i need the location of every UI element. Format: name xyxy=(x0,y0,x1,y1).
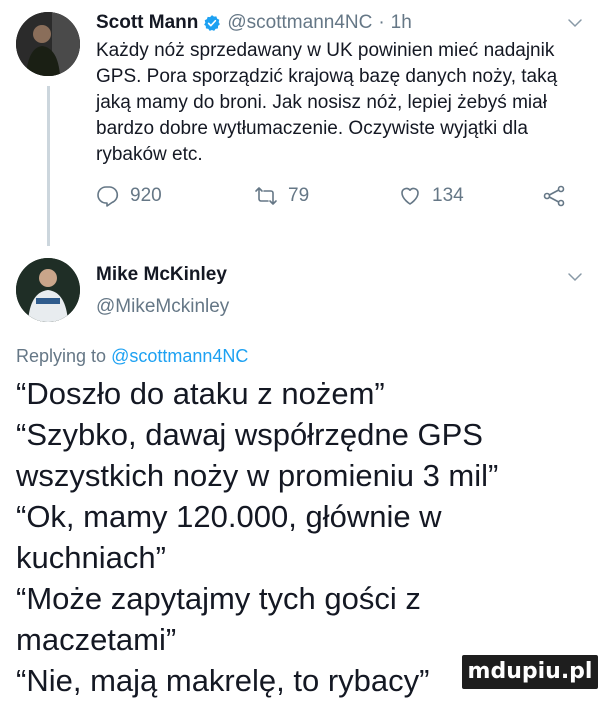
reply-line: “Doszło do ataku z nożem” xyxy=(16,376,385,411)
reply-line: “Ok, mamy 120.000, głównie w kuchniach” xyxy=(16,499,442,575)
replying-prefix: Replying to xyxy=(16,346,107,366)
share-icon xyxy=(543,185,565,207)
heart-icon xyxy=(401,187,419,205)
reply-count: 920 xyxy=(130,185,162,206)
reply-body: “Doszło do ataku z nożem” “Szybko, dawaj… xyxy=(16,373,576,701)
like-button[interactable]: 134 xyxy=(398,184,464,208)
thread-connector-line xyxy=(47,86,50,246)
retweet-count: 79 xyxy=(288,185,310,206)
author-handle[interactable]: @scottmann4NC xyxy=(227,10,372,36)
author-name[interactable]: Scott Mann xyxy=(96,10,198,36)
avatar-image xyxy=(16,258,80,322)
retweet-icon xyxy=(255,187,277,205)
share-button[interactable] xyxy=(542,184,576,208)
avatar-image xyxy=(16,12,80,76)
like-count: 134 xyxy=(432,185,464,206)
tweet-timestamp[interactable]: 1h xyxy=(391,10,412,36)
replying-to: Replying to @scottmann4NC xyxy=(16,346,248,367)
original-tweet[interactable]: Scott Mann @scottmann4NC · 1h Każdy nóż … xyxy=(96,10,588,168)
replying-to-link[interactable]: @scottmann4NC xyxy=(111,346,248,366)
avatar-mike-mckinley[interactable] xyxy=(16,258,80,322)
separator-dot: · xyxy=(378,12,385,33)
reply-line: “Może zapytajmy tych gości z maczetami” xyxy=(16,581,421,657)
tweet-header: Scott Mann @scottmann4NC · 1h xyxy=(96,10,588,36)
chevron-down-icon[interactable] xyxy=(566,14,584,32)
retweet-button[interactable]: 79 xyxy=(254,184,309,208)
tweet-body: Każdy nóż sprzedawany w UK powinien mieć… xyxy=(96,40,558,165)
reply-author-handle[interactable]: @MikeMckinley xyxy=(96,294,588,320)
avatar-scott-mann[interactable] xyxy=(16,12,80,76)
watermark-logo: mdupiu.pl xyxy=(462,655,598,689)
reply-icon xyxy=(97,186,119,207)
reply-button[interactable]: 920 xyxy=(96,184,162,208)
verified-badge-icon xyxy=(204,15,221,31)
tweet-actions: 920 79 134 xyxy=(96,184,588,214)
reply-author-name[interactable]: Mike McKinley xyxy=(96,262,588,288)
reply-line: “Szybko, dawaj współrzędne GPS wszystkic… xyxy=(16,417,499,493)
reply-tweet-header: Mike McKinley @MikeMckinley xyxy=(96,262,588,320)
chevron-down-icon[interactable] xyxy=(566,268,584,286)
